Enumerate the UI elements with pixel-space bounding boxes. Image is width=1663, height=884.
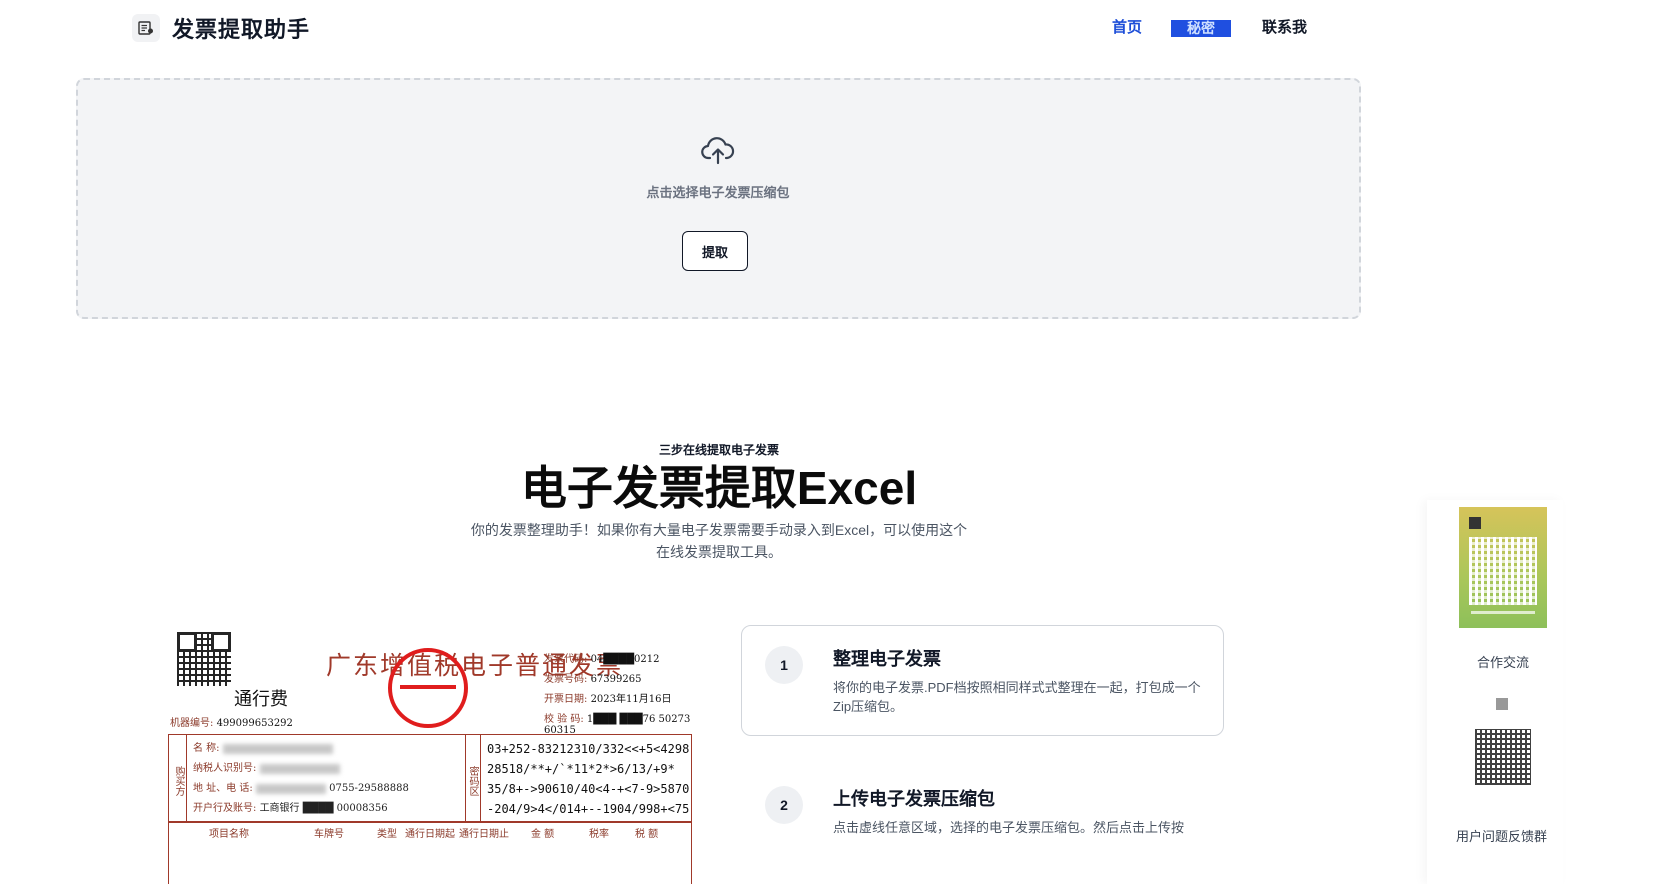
invoice-type-label: 通行费	[234, 689, 288, 710]
feedback-group-label[interactable]: 用户问题反馈群	[1456, 826, 1547, 845]
invoice-column-header: 类型	[377, 829, 397, 840]
avatar	[1496, 698, 1508, 710]
wechat-qr-card[interactable]	[1459, 507, 1547, 628]
invoice-meta-row: 发票号码: 67399265	[544, 674, 642, 685]
invoice-buyer-row: 名 称:	[193, 739, 333, 754]
invoice-meta-row: 校 验 码: 1███ ███76 50273 60315	[544, 714, 691, 736]
step-title: 上传电子发票压缩包	[833, 789, 995, 809]
avatar	[1469, 517, 1481, 529]
extract-button[interactable]: 提取	[682, 231, 748, 271]
invoice-meta-row: 开票日期: 2023年11月16日	[544, 694, 672, 705]
app-title[interactable]: 发票提取助手	[172, 12, 310, 44]
nav-home-link[interactable]: 首页	[1112, 18, 1142, 38]
invoice-meta-row: 发票代码: 04████0212	[544, 654, 660, 665]
step-number: 1	[765, 646, 803, 684]
qr-code-icon[interactable]	[1475, 729, 1531, 785]
nav-secret-link[interactable]: 秘密	[1171, 20, 1231, 37]
hero-description: 你的发票整理助手！如果你有大量电子发票需要手动录入到Excel，可以使用这个在线…	[470, 522, 968, 560]
invoice-column-header: 通行日期起	[405, 829, 455, 840]
top-nav-bar: 发票提取助手 首页 秘密 联系我	[0, 0, 1663, 60]
invoice-cipher-label: 密码区	[465, 735, 481, 821]
step-card: 1 整理电子发票 将你的电子发票.PDF档按照相同样式式整理在一起，打包成一个Z…	[741, 625, 1224, 736]
cloud-upload-icon	[701, 137, 735, 165]
cooperation-label[interactable]: 合作交流	[1458, 652, 1548, 671]
invoice-column-header: 通行日期止	[459, 829, 509, 840]
invoice-cipher-text: 03+252-83212310/332<<+5<4298 28518/**+/`*…	[487, 742, 690, 816]
invoice-machine-number: 机器编号: 499099653292	[170, 718, 293, 729]
invoice-table: 购买方 名 称: 纳税人识别号: 地 址、电 话: 0755-29588888 …	[168, 734, 692, 884]
step-card: 2 上传电子发票压缩包 点击虚线任意区域，选择的电子发票压缩包。然后点击上传按	[741, 765, 1224, 876]
invoice-buyer-row: 纳税人识别号:	[193, 759, 340, 774]
invoice-column-header: 税 额	[635, 829, 659, 840]
upload-prompt[interactable]: 点击选择电子发票压缩包	[600, 182, 836, 201]
invoice-buyer-row: 地 址、电 话: 0755-29588888	[193, 783, 409, 794]
invoice-column-header: 税率	[589, 829, 609, 840]
invoice-sample-image: 通行费 机器编号: 499099653292 广东增值税电子普通发票 发票代码:…	[166, 628, 696, 884]
invoice-column-header: 金 额	[531, 829, 555, 840]
invoice-buyer-label: 购买方	[169, 735, 187, 821]
qr-code-icon	[1469, 537, 1537, 605]
invoice-stamp	[388, 648, 468, 728]
nav-contact-link[interactable]: 联系我	[1262, 18, 1307, 38]
step-title: 整理电子发票	[833, 649, 941, 669]
hero-title: 电子发票提取Excel	[520, 462, 918, 514]
invoice-divider	[169, 821, 691, 823]
invoice-qr-code	[177, 632, 231, 686]
invoice-icon[interactable]	[132, 14, 160, 42]
invoice-column-header: 车牌号	[314, 829, 344, 840]
step-description: 将你的电子发票.PDF档按照相同样式式整理在一起，打包成一个Zip压缩包。	[833, 680, 1201, 714]
step-number: 2	[765, 786, 803, 824]
invoice-buyer-row: 开户行及账号: 工商银行 ████ 00008356	[193, 803, 388, 814]
qr-caption-line	[1471, 611, 1535, 614]
invoice-column-header: 项目名称	[209, 829, 249, 840]
step-description: 点击虚线任意区域，选择的电子发票压缩包。然后点击上传按	[833, 820, 1185, 835]
